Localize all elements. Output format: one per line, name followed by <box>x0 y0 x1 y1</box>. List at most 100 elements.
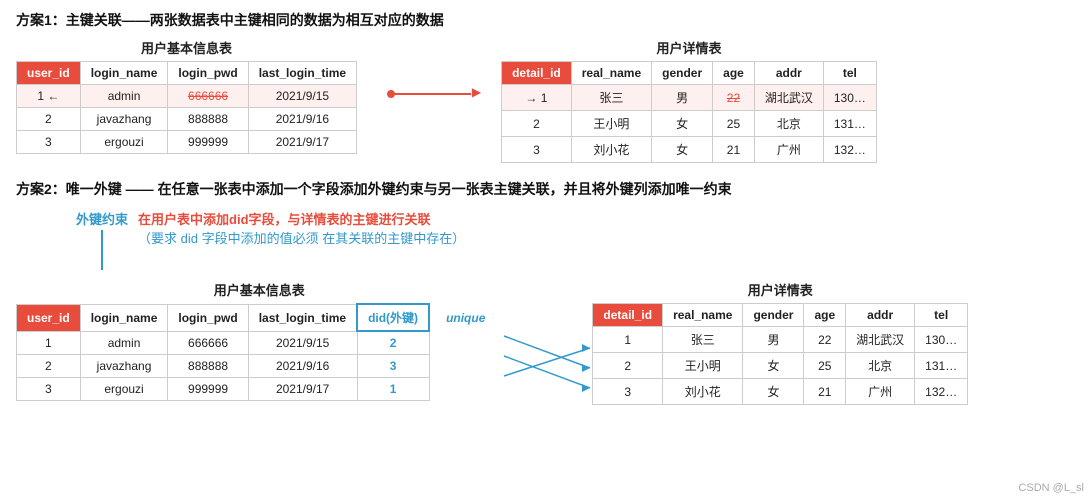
table-row: 3 ergouzi 999999 2021/9/17 <box>17 131 357 154</box>
cell-addr: 北京 <box>754 111 823 137</box>
cell-real-name: 王小明 <box>571 111 651 137</box>
cell-login-name: javazhang <box>80 355 168 378</box>
col-header-addr: addr <box>754 62 823 85</box>
col-header-age: age <box>713 62 755 85</box>
fk-desc-group: 在用户表中添加did字段，与详情表的主键进行关联 （要求 did 字段中添加的值… <box>138 209 465 247</box>
cell-last-login: 2021/9/15 <box>248 85 356 108</box>
cell-tel: 130… <box>915 327 968 353</box>
col-header-real-name: real_name <box>663 304 743 327</box>
cell-addr: 湖北武汉 <box>754 85 823 111</box>
cell-detail-id: → 1 <box>502 85 572 111</box>
col-header-age: age <box>804 304 846 327</box>
cell-did: 2 <box>357 331 429 355</box>
section2-title: 方案2：唯一外键 —— 在任意一张表中添加一个字段添加外键约束与另一张表主键关联… <box>16 179 1076 199</box>
cell-detail-id: 1 <box>593 327 663 353</box>
cell-real-name: 张三 <box>571 85 651 111</box>
table-row: 1 张三 男 22 湖北武汉 130… <box>593 327 968 353</box>
cell-real-name: 刘小花 <box>663 379 743 405</box>
col-header-login-name: login_name <box>80 62 168 85</box>
fk-desc-line1: 在用户表中添加did字段，与详情表的主键进行关联 <box>138 209 465 228</box>
watermark: CSDN @L_sl <box>1018 482 1084 494</box>
cell-real-name: 张三 <box>663 327 743 353</box>
table-row: 2 javazhang 888888 2021/9/16 3 <box>17 355 502 378</box>
cell-gender: 男 <box>743 327 804 353</box>
cell-gender: 女 <box>743 353 804 379</box>
col-header-user-id: user_id <box>17 304 81 331</box>
section2-left-label: 用户基本信息表 <box>214 280 305 299</box>
cell-login-name: admin <box>80 85 168 108</box>
cell-login-pwd: 888888 <box>168 355 248 378</box>
table-row: 2 javazhang 888888 2021/9/16 <box>17 108 357 131</box>
cell-tel: 131… <box>823 111 876 137</box>
cell-addr: 湖北武汉 <box>846 327 915 353</box>
cell-tel: 131… <box>915 353 968 379</box>
cell-pk: 3 <box>17 131 81 154</box>
fk-label-group: 外键约束 <box>76 209 128 272</box>
cell-login-pwd: 999999 <box>168 131 248 154</box>
col-header-detail-id: detail_id <box>502 62 572 85</box>
cell-gender: 女 <box>743 379 804 405</box>
cell-detail-id: 3 <box>593 379 663 405</box>
table-row: 1 admin 666666 2021/9/15 2 <box>17 331 502 355</box>
table-row: 3 刘小花 女 21 广州 132… <box>593 379 968 405</box>
section2-right-table-group: 用户详情表 detail_id real_name gender age add… <box>592 280 968 405</box>
col-header-real-name: real_name <box>571 62 651 85</box>
section1-left-label: 用户基本信息表 <box>141 38 232 57</box>
table-row: 2 王小明 女 25 北京 131… <box>593 353 968 379</box>
col-header-addr: addr <box>846 304 915 327</box>
section2-left-table: user_id login_name login_pwd last_login_… <box>16 303 502 401</box>
table-row: 3 ergouzi 999999 2021/9/17 1 <box>17 378 502 401</box>
col-header-login-name: login_name <box>80 304 168 331</box>
cell-pk: 2 <box>17 355 81 378</box>
section1-right-table-group: 用户详情表 detail_id real_name gender age add… <box>501 38 877 163</box>
cell-login-name: ergouzi <box>80 131 168 154</box>
cell-last-login: 2021/9/15 <box>248 331 357 355</box>
col-header-gender: gender <box>743 304 804 327</box>
section2-left-table-group: 用户基本信息表 user_id login_name login_pwd las… <box>16 280 502 401</box>
cell-age: 21 <box>804 379 846 405</box>
col-header-detail-id: detail_id <box>593 304 663 327</box>
cell-last-login: 2021/9/16 <box>248 108 356 131</box>
fk-label: 外键约束 <box>76 209 128 228</box>
cross-arrows-svg <box>502 326 592 406</box>
cell-unique-empty <box>429 355 502 378</box>
cell-last-login: 2021/9/16 <box>248 355 357 378</box>
cell-unique-empty <box>429 378 502 401</box>
cell-addr: 广州 <box>846 379 915 405</box>
section2-right-table: detail_id real_name gender age addr tel … <box>592 303 968 405</box>
cell-pk: 1 ← <box>17 85 81 108</box>
arrow-line <box>391 93 471 95</box>
cell-gender: 女 <box>652 111 713 137</box>
cell-gender: 男 <box>652 85 713 111</box>
cell-detail-id: 3 <box>502 137 572 163</box>
section2-tables: 用户基本信息表 user_id login_name login_pwd las… <box>16 280 1076 409</box>
cell-age: 25 <box>804 353 846 379</box>
cell-login-name: ergouzi <box>80 378 168 401</box>
cell-addr: 广州 <box>754 137 823 163</box>
cell-tel: 132… <box>915 379 968 405</box>
cell-real-name: 王小明 <box>663 353 743 379</box>
cell-detail-id: 2 <box>502 111 572 137</box>
cell-login-pwd: 666666 <box>168 331 248 355</box>
cell-age: 21 <box>713 137 755 163</box>
cell-pk: 3 <box>17 378 81 401</box>
col-header-login-pwd: login_pwd <box>168 62 248 85</box>
cell-tel: 132… <box>823 137 876 163</box>
cell-tel: 130… <box>823 85 876 111</box>
table-row: → 1 张三 男 22 湖北武汉 130… <box>502 85 877 111</box>
fk-desc-line2: （要求 did 字段中添加的值必须 在其关联的主键中存在） <box>138 228 465 247</box>
cell-addr: 北京 <box>846 353 915 379</box>
cell-did: 1 <box>357 378 429 401</box>
col-header-tel: tel <box>915 304 968 327</box>
cross-arrows-area <box>502 326 592 409</box>
cell-login-pwd: 888888 <box>168 108 248 131</box>
section1-tables: 用户基本信息表 user_id login_name login_pwd las… <box>16 38 1076 163</box>
table-row: 1 ← admin 666666 2021/9/15 <box>17 85 357 108</box>
cell-login-pwd: 666666 <box>168 85 248 108</box>
cell-age: 22 <box>804 327 846 353</box>
table-row: 3 刘小花 女 21 广州 132… <box>502 137 877 163</box>
cell-gender: 女 <box>652 137 713 163</box>
col-header-tel: tel <box>823 62 876 85</box>
cell-last-login: 2021/9/17 <box>248 378 357 401</box>
cell-pk: 1 <box>17 331 81 355</box>
